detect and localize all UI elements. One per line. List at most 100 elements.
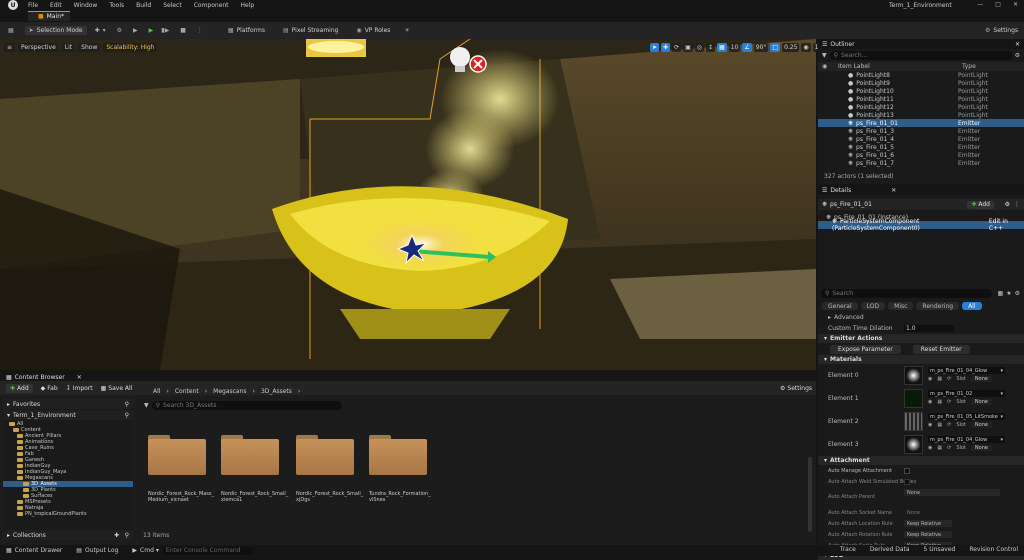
pixel-streaming-button[interactable]: ▤ Pixel Streaming bbox=[283, 27, 338, 34]
filter-icon[interactable]: ▼ bbox=[822, 52, 827, 59]
section-attachment[interactable]: ▾ Attachment bbox=[818, 456, 1024, 465]
asset-scrollbar[interactable] bbox=[808, 457, 812, 532]
save-level-icon[interactable]: ▦ bbox=[8, 27, 17, 34]
material-thumbnail[interactable] bbox=[904, 412, 923, 431]
asset-tile[interactable]: Nordic_Forest_Rock_Small_ xjDgs bbox=[296, 435, 363, 503]
component-tree-item[interactable]: ❋ ParticleSystemComponent (ParticleSystem… bbox=[818, 218, 1024, 232]
outliner-search-input[interactable]: ⚲ Search... bbox=[829, 51, 1012, 60]
surface-snap-icon[interactable]: ↕ bbox=[706, 43, 716, 52]
close-icon[interactable]: ✕ bbox=[891, 187, 896, 194]
breadcrumb-all[interactable]: All bbox=[153, 388, 160, 395]
reset-emitter-button[interactable]: Reset Emitter bbox=[912, 344, 970, 354]
folder-item[interactable]: PN_tropicalGroundPlants bbox=[3, 511, 133, 517]
filter-lod[interactable]: LOD bbox=[860, 302, 886, 310]
browse-icon[interactable]: ◉ bbox=[928, 399, 932, 405]
menu-window[interactable]: Window bbox=[74, 2, 98, 9]
scalability-button[interactable]: Scalability: High bbox=[103, 43, 158, 52]
asset-tile[interactable]: Nordic_Forest_Rock_Mass_ Medium_xicnaet bbox=[148, 435, 214, 503]
folder-icon[interactable]: ▦ bbox=[937, 399, 942, 405]
close-icon[interactable]: ✕ bbox=[1015, 41, 1020, 48]
close-icon[interactable]: ✕ bbox=[1013, 1, 1018, 8]
edit-in-cpp-link[interactable]: Edit in C++ bbox=[989, 218, 1020, 232]
minimize-icon[interactable]: — bbox=[977, 1, 983, 8]
level-viewport[interactable] bbox=[0, 39, 816, 370]
folder-icon[interactable]: ▦ bbox=[937, 376, 942, 382]
viewport-options-icon[interactable]: ≡ bbox=[4, 43, 16, 52]
outliner-row-selected[interactable]: ❋ ps_Fire_01_01 Emitter bbox=[818, 119, 1024, 127]
browse-icon[interactable]: ◉ bbox=[928, 376, 932, 382]
breadcrumb-megascans[interactable]: Megascans bbox=[213, 388, 246, 395]
auto-attach-parent-select[interactable]: None bbox=[904, 489, 1000, 496]
reset-icon[interactable]: ⟳ bbox=[947, 422, 951, 428]
options-icon[interactable]: ⋮ bbox=[1014, 201, 1020, 208]
folder-icon[interactable]: ▦ bbox=[937, 422, 942, 428]
folder-icon[interactable]: ▦ bbox=[937, 445, 942, 451]
vp-roles-button[interactable]: ◉ VP Roles bbox=[356, 27, 390, 34]
step-icon[interactable]: ▮▶ bbox=[161, 27, 172, 34]
settings-button[interactable]: ⚙ Settings bbox=[985, 27, 1018, 34]
outliner-row[interactable]: ❋ ps_Fire_01_5 Emitter bbox=[818, 143, 1024, 151]
asset-tile[interactable]: Nordic_Forest_Rock_Small_ xiemca1 bbox=[221, 435, 288, 503]
material-thumbnail[interactable] bbox=[904, 389, 923, 408]
content-browser-tab[interactable]: ▦ Content Browser ✕ bbox=[0, 373, 816, 381]
add-filter-icon[interactable]: ⚙ bbox=[1015, 52, 1020, 59]
outliner-row[interactable]: ● PointLight12 PointLight bbox=[818, 103, 1024, 111]
location-rule-select[interactable]: Keep Relative bbox=[904, 520, 952, 527]
revision-control-button[interactable]: Revision Control bbox=[969, 546, 1018, 553]
lit-button[interactable]: Lit bbox=[61, 43, 76, 52]
details-search-input[interactable]: ⚲ Search bbox=[821, 289, 992, 298]
auto-attach-socket-field[interactable]: None bbox=[904, 509, 952, 516]
platforms-button[interactable]: ▦ Platforms bbox=[228, 27, 265, 34]
rotation-snap-value[interactable]: 90° bbox=[753, 43, 769, 52]
settings-gear-icon[interactable]: ⚙ bbox=[1015, 290, 1020, 297]
play-options-icon[interactable]: ⋮ bbox=[197, 27, 206, 34]
close-icon[interactable]: ✕ bbox=[77, 374, 82, 381]
filter-all[interactable]: All bbox=[962, 302, 982, 310]
filter-rendering[interactable]: Rendering bbox=[916, 302, 960, 310]
menu-select[interactable]: Select bbox=[163, 2, 182, 9]
reset-icon[interactable]: ⟳ bbox=[947, 376, 951, 382]
collections-header[interactable]: ▸ Collections ✚ ⚲ bbox=[3, 530, 133, 540]
world-local-icon[interactable]: ◎ bbox=[694, 43, 705, 52]
favorites-header[interactable]: ▸ Favorites ⚲ bbox=[3, 399, 133, 409]
material-select[interactable]: m_ps_Fire_01_04_Glow ▾ bbox=[928, 367, 1005, 374]
expose-parameter-button[interactable]: Expose Parameter bbox=[830, 344, 901, 354]
outliner-row[interactable]: ● PointLight13 PointLight bbox=[818, 111, 1024, 119]
add-actor-icon[interactable]: ✚ ▾ bbox=[95, 27, 109, 34]
save-all-button[interactable]: ▦ Save All bbox=[101, 385, 133, 392]
blueprint-icon[interactable]: ⚙ bbox=[1005, 201, 1010, 208]
browse-icon[interactable]: ◉ bbox=[928, 422, 932, 428]
output-log-button[interactable]: ▤ Output Log bbox=[76, 547, 118, 554]
outliner-row[interactable]: ● PointLight10 PointLight bbox=[818, 87, 1024, 95]
scale-snap-icon[interactable]: □ bbox=[770, 43, 781, 52]
grid-view-icon[interactable]: ▦ bbox=[998, 290, 1004, 297]
details-actor-name[interactable]: ps_Fire_01_01 bbox=[830, 201, 872, 208]
outliner-row[interactable]: ● PointLight11 PointLight bbox=[818, 95, 1024, 103]
play-button[interactable]: ▶ bbox=[149, 27, 154, 34]
trace-button[interactable]: Trace bbox=[840, 546, 856, 553]
auto-manage-attachment-checkbox[interactable] bbox=[904, 467, 910, 474]
outliner-row[interactable]: ● PointLight9 PointLight bbox=[818, 79, 1024, 87]
translate-tool-icon[interactable]: ✚ bbox=[661, 43, 671, 52]
scale-tool-icon[interactable]: ▣ bbox=[683, 43, 693, 52]
content-drawer-button[interactable]: ▦ Content Drawer bbox=[6, 547, 62, 554]
blueprint-icon[interactable]: ⚙ bbox=[117, 27, 125, 34]
console-command-input[interactable]: Enter Console Command bbox=[162, 546, 253, 555]
breadcrumb-content[interactable]: Content bbox=[175, 388, 199, 395]
reset-icon[interactable]: ⟳ bbox=[947, 399, 951, 405]
section-materials[interactable]: ▾ Materials bbox=[818, 355, 1024, 364]
menu-build[interactable]: Build bbox=[136, 2, 151, 9]
material-select[interactable]: m_ps_Fire_01_05_LitSmoke ▾ bbox=[928, 413, 1005, 420]
cmd-select[interactable]: ▶ Cmd ▾ bbox=[132, 547, 158, 554]
filter-general[interactable]: General bbox=[822, 302, 858, 310]
maximize-icon[interactable]: □ bbox=[995, 1, 1001, 8]
unreal-logo-icon[interactable]: U bbox=[8, 0, 18, 10]
material-thumbnail[interactable] bbox=[904, 366, 923, 385]
search-icon[interactable]: ⚲ bbox=[125, 401, 129, 408]
cb-settings-button[interactable]: ⚙ Settings bbox=[780, 385, 812, 392]
material-thumbnail[interactable] bbox=[904, 435, 923, 454]
section-emitter-actions[interactable]: ▾ Emitter Actions bbox=[818, 334, 1024, 343]
asset-tile[interactable]: Tundra_Rock_Formation_ vlSnes bbox=[369, 435, 431, 503]
browse-icon[interactable]: ◉ bbox=[928, 445, 932, 451]
derived-data-button[interactable]: Derived Data bbox=[870, 546, 910, 553]
